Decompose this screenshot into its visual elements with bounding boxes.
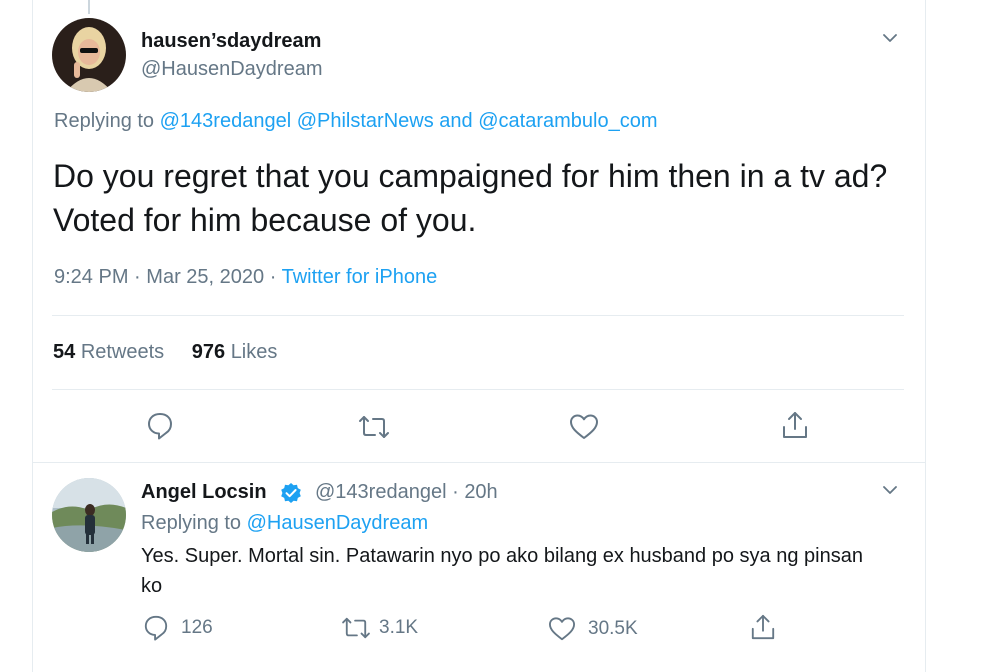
engagement-stats: 54 Retweets 976 Likes [53,341,277,364]
verified-badge-icon [280,482,302,504]
likes-count: 976 [191,341,226,363]
reply-timestamp[interactable]: 20h [464,481,497,503]
heart-icon [570,414,598,439]
share-button[interactable] [781,410,809,440]
reply-icon [148,413,172,440]
likes-label: Likes [230,341,278,363]
mention-link[interactable]: @143redangel [160,110,292,132]
author-avatar[interactable] [52,18,126,92]
reply-tweet-text: Yes. Super. Mortal sin. Patawarin nyo po… [141,545,863,597]
reply-author-display-name[interactable]: Angel Locsin [141,481,267,504]
reply-button[interactable] [146,411,174,441]
reply-count: 126 [181,617,213,638]
reply-author-meta: @143redangel · 20h [315,481,498,504]
mention-link[interactable]: @PhilstarNews [297,110,434,132]
meta-separator: · [269,266,277,288]
like-button[interactable] [569,413,599,441]
author-display-name[interactable]: hausen’sdaydream [141,30,321,53]
divider [52,389,904,390]
meta-separator: · [452,481,459,503]
author-handle[interactable]: @HausenDaydream [141,58,323,81]
retweet-icon [359,416,389,438]
tweet-time[interactable]: 9:24 PM [54,266,128,288]
reply-author-handle[interactable]: @143redangel [315,481,447,503]
reply-retweet-button[interactable]: 3.1K [341,616,418,640]
mention-link[interactable]: and [439,110,472,132]
mention-link[interactable]: @HausenDaydream [247,512,429,534]
timeline-left-border [32,0,33,672]
share-icon [783,412,807,438]
timeline-right-border [925,0,926,672]
reply-icon [144,615,168,641]
replying-to-label: Replying to [54,110,155,132]
reply-author-avatar[interactable] [52,478,126,552]
retweet-button[interactable] [358,414,390,440]
reply-share-button[interactable] [750,613,776,641]
tweet-text: Do you regret that you campaigned for hi… [53,158,888,238]
tweet-metadata: 9:24 PM · Mar 25, 2020 · Twitter for iPh… [54,266,437,289]
heart-icon [549,617,575,641]
retweet-count: 3.1K [379,617,419,638]
retweets-stat[interactable]: 54 Retweets [53,341,170,363]
mention-link[interactable]: @catarambulo_com [478,110,657,132]
chevron-down-icon[interactable] [880,28,900,48]
reply-like-button[interactable]: 30.5K [548,616,638,642]
like-count: 30.5K [588,618,638,639]
divider [52,315,904,316]
chevron-down-icon[interactable] [880,480,900,500]
retweets-label: Retweets [80,341,165,363]
meta-separator: · [134,266,141,288]
likes-stat[interactable]: 976 Likes [192,341,278,363]
reply-reply-button[interactable]: 126 [143,614,213,642]
replying-to-line: Replying to @143redangel @PhilstarNews a… [54,110,658,133]
divider [32,462,925,463]
share-icon [751,614,775,640]
tweet-source-link[interactable]: Twitter for iPhone [282,266,438,288]
thread-connector-line [88,0,90,14]
reply-replying-to-line: Replying to @HausenDaydream [141,512,428,535]
tweet-date[interactable]: Mar 25, 2020 [146,266,264,288]
replying-to-label: Replying to [141,512,242,534]
retweet-icon [342,617,370,639]
retweets-count: 54 [53,341,76,363]
